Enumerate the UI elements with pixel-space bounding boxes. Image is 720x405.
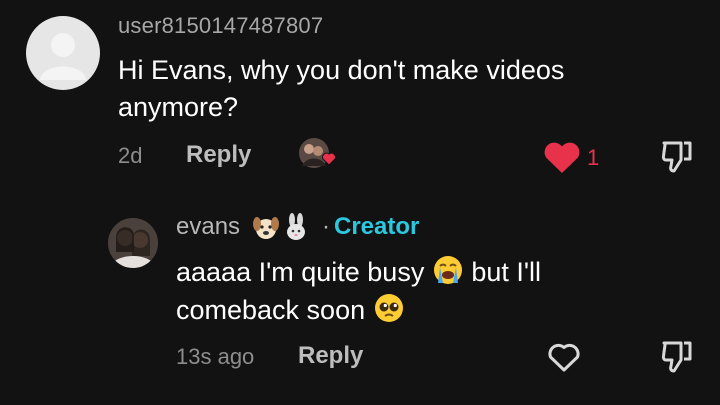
comment-timestamp: 2d xyxy=(118,143,143,168)
rabbit-emoji xyxy=(287,213,305,240)
reply-text-part1: aaaaa I'm quite busy xyxy=(176,257,425,287)
comment-reply-button[interactable]: Reply xyxy=(186,141,251,169)
like-count: 1 xyxy=(587,145,600,170)
default-avatar-icon xyxy=(40,33,86,80)
dislike-icon[interactable] xyxy=(660,138,694,174)
heart-outline-icon[interactable] xyxy=(546,341,582,373)
dog-face-emoji xyxy=(253,217,279,239)
creator-avatar[interactable] xyxy=(108,218,158,268)
reply-timestamp: 13s ago xyxy=(176,344,255,369)
reply-text: aaaaa I'm quite busy but I'll comeback s… xyxy=(176,253,656,329)
crying-face-emoji xyxy=(433,256,462,284)
user-avatar[interactable] xyxy=(26,16,100,90)
creator-photo-icon xyxy=(108,218,158,268)
liked-avatar-heart-icon xyxy=(299,138,336,168)
comment-text: Hi Evans, why you don't make videos anym… xyxy=(118,55,565,122)
creator-badge: Creator xyxy=(334,213,420,240)
reply-username[interactable]: evans xyxy=(176,213,240,241)
dislike-icon[interactable] xyxy=(660,338,694,374)
heart-icon[interactable] xyxy=(543,141,581,174)
comment-username[interactable]: user8150147487807 xyxy=(118,13,323,39)
reply-reply-button[interactable]: Reply xyxy=(298,342,363,370)
pleading-face-emoji xyxy=(374,294,403,322)
badge-separator: · xyxy=(322,213,330,240)
